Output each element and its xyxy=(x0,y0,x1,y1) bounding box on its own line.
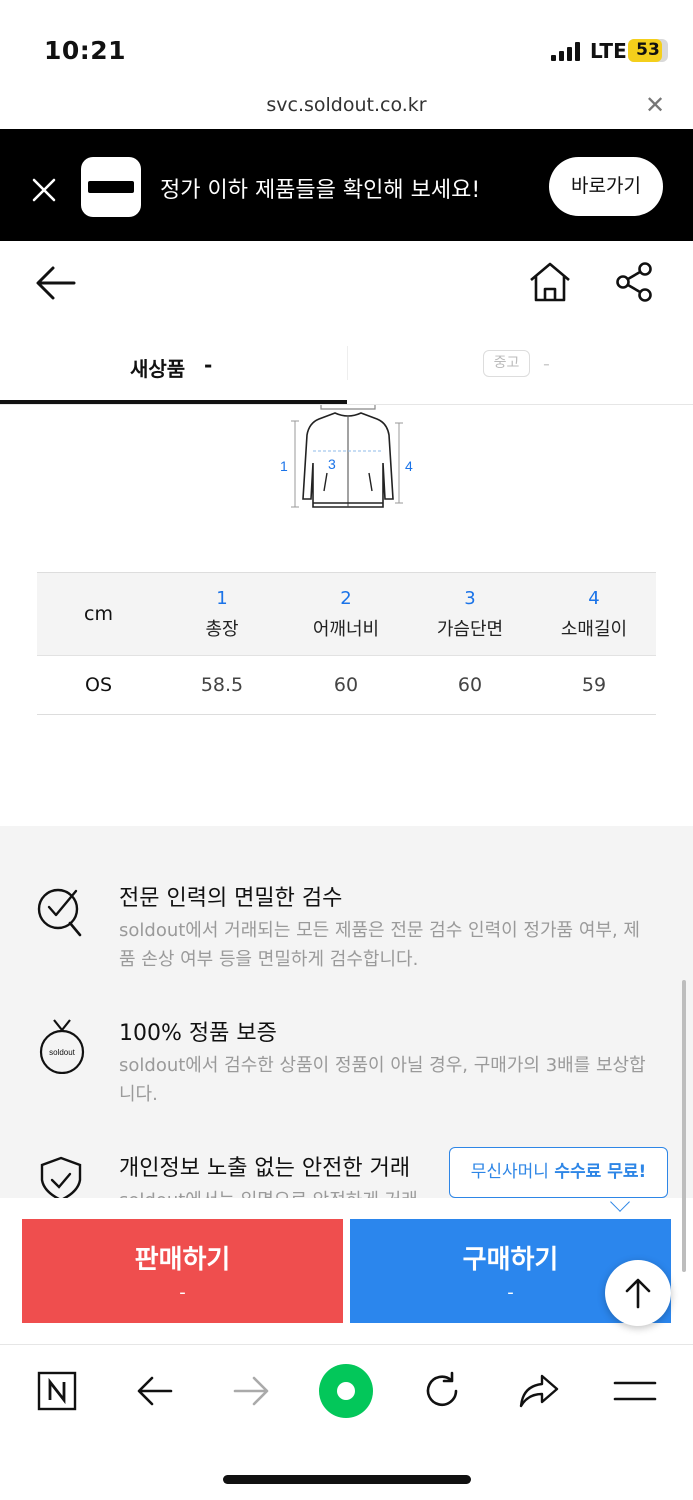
jacket-size-diagram: 1 3 4 xyxy=(280,405,413,508)
status-bar: 10:21 LTE 53 xyxy=(0,0,693,90)
inspection-icon xyxy=(37,888,82,937)
column-header: 2 어깨너비 xyxy=(284,572,408,656)
table-row: OS 58.5 60 60 59 xyxy=(37,655,656,715)
info-title: 전문 인력의 면밀한 검수 xyxy=(119,886,343,911)
info-desc: soldout에서 거래되는 모든 제품은 전문 검수 인력이 정가품 여부, … xyxy=(119,920,640,970)
diagram-label-4: 4 xyxy=(405,458,413,474)
browser-forward-icon[interactable] xyxy=(232,1374,270,1408)
share-page-icon[interactable] xyxy=(518,1372,560,1410)
info-desc: soldout에서 검수한 상품이 정품이 아닐 경우, 구매가의 3배를 보상… xyxy=(119,1055,646,1105)
sell-label: 판매하기 xyxy=(134,1245,231,1275)
fee-free-tooltip: 무신사머니 수수료 무료! xyxy=(449,1147,668,1198)
sell-price: - xyxy=(179,1282,186,1303)
banner-close-icon[interactable] xyxy=(30,176,58,204)
reload-icon[interactable] xyxy=(422,1371,462,1411)
address-bar[interactable]: svc.soldout.co.kr xyxy=(0,94,693,116)
scrollbar[interactable] xyxy=(682,980,686,1272)
back-arrow-icon[interactable] xyxy=(34,263,78,303)
shield-check-icon xyxy=(40,1156,82,1198)
green-dot-icon[interactable] xyxy=(319,1364,373,1418)
share-icon[interactable] xyxy=(615,262,653,302)
badge-text: soldout xyxy=(49,1048,76,1057)
banner-go-button[interactable]: 바로가기 xyxy=(549,157,663,216)
arrow-up-icon xyxy=(625,1278,651,1309)
banner-text: 정가 이하 제품들을 확인해 보세요! xyxy=(160,178,481,203)
tab-used-price: - xyxy=(543,353,550,375)
used-badge: 중고 xyxy=(483,350,530,377)
size-table-header: cm 1 총장 2 어깨너비 3 가슴단면 4 소매길이 xyxy=(37,572,656,656)
value-cell: 60 xyxy=(408,655,532,715)
browser-back-icon[interactable] xyxy=(136,1374,174,1408)
naver-icon[interactable] xyxy=(37,1371,77,1411)
diagram-label-3: 3 xyxy=(328,456,336,472)
column-header: 4 소매길이 xyxy=(532,572,656,656)
info-title: 개인정보 노출 없는 안전한 거래 xyxy=(119,1156,411,1181)
scroll-to-top-button[interactable] xyxy=(605,1260,671,1326)
authentic-badge-icon: soldout xyxy=(39,1019,85,1074)
app-logo-icon xyxy=(81,157,141,217)
value-cell: 58.5 xyxy=(160,655,284,715)
diagram-label-1: 1 xyxy=(280,458,288,474)
signal-icon xyxy=(551,41,583,61)
size-cell: OS xyxy=(37,655,160,715)
tab-new-label: 새상품 xyxy=(130,357,186,381)
tab-new-price: - xyxy=(204,353,213,377)
column-header: 1 총장 xyxy=(160,572,284,656)
network-type: LTE xyxy=(590,39,627,63)
tooltip-text: 무신사머니 xyxy=(470,1162,555,1182)
info-title: 100% 정품 보증 xyxy=(119,1021,277,1046)
status-time: 10:21 xyxy=(44,36,127,65)
sell-button[interactable]: 판매하기 - xyxy=(22,1219,343,1323)
column-header: 3 가슴단면 xyxy=(408,572,532,656)
value-cell: 60 xyxy=(284,655,408,715)
value-cell: 59 xyxy=(532,655,656,715)
battery-icon: 53 xyxy=(628,39,668,62)
tooltip-emphasis: 수수료 무료! xyxy=(554,1162,647,1182)
close-icon[interactable]: ✕ xyxy=(645,93,665,117)
battery-level: 53 xyxy=(636,40,660,60)
unit-cell: cm xyxy=(37,572,160,656)
home-icon[interactable] xyxy=(528,261,572,303)
size-table: cm 1 총장 2 어깨너비 3 가슴단면 4 소매길이 OS 58.5 60 60 5… xyxy=(37,572,656,715)
menu-icon[interactable] xyxy=(613,1378,657,1404)
home-indicator xyxy=(223,1475,471,1484)
